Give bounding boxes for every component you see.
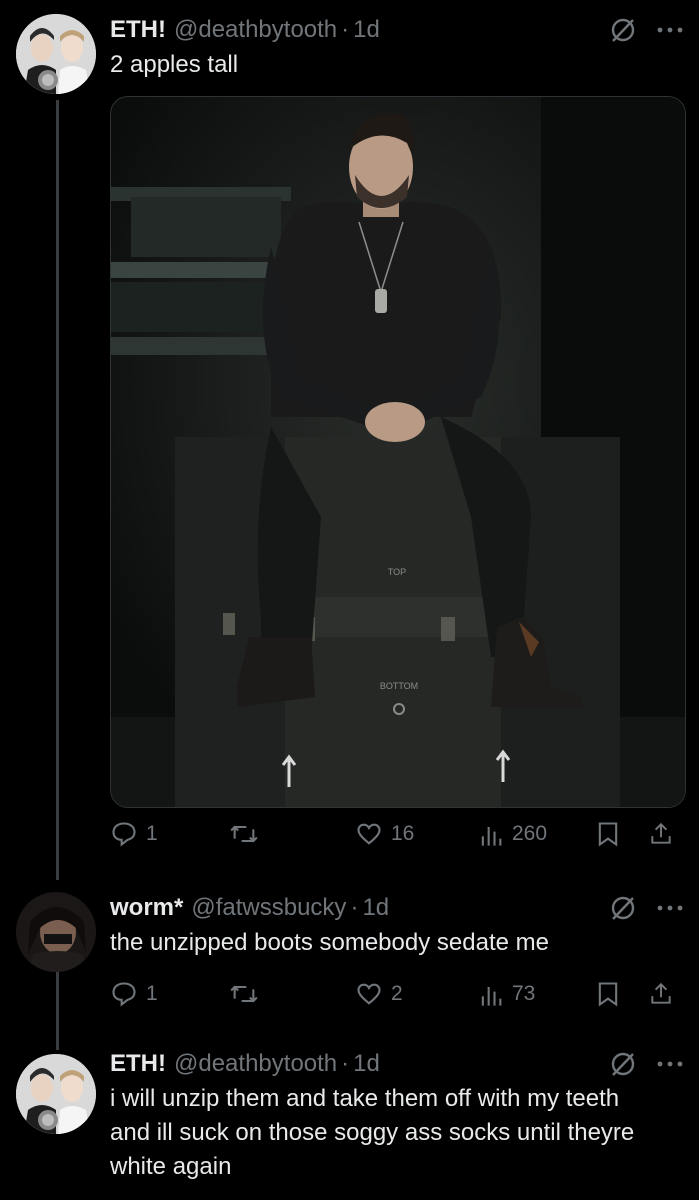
- photo-man-sitting-on-case: TOP BOTTOM: [111, 97, 685, 807]
- user-handle[interactable]: @deathbytooth: [174, 1050, 337, 1078]
- timestamp[interactable]: 1d: [353, 1050, 380, 1078]
- tweet-text: the unzipped boots somebody sedate me: [110, 929, 549, 956]
- user-handle[interactable]: @deathbytooth: [174, 16, 337, 44]
- views-icon: [481, 827, 502, 846]
- more-icon[interactable]: [655, 1059, 685, 1069]
- tweet: worm* @fatwssbucky · 1d the unzipped boo…: [110, 890, 685, 960]
- reply-icon: [112, 822, 136, 847]
- display-name[interactable]: ETH!: [110, 16, 166, 44]
- reply-button[interactable]: 1: [110, 980, 158, 1008]
- display-name[interactable]: worm*: [110, 894, 183, 922]
- separator-dot: ·: [341, 16, 350, 43]
- views-button[interactable]: 260: [478, 820, 547, 848]
- separator-dot: ·: [350, 894, 359, 921]
- tweet: ETH! @deathbytooth · 1d 2 apples tall: [110, 12, 685, 82]
- avatar[interactable]: [16, 14, 96, 94]
- timestamp[interactable]: 1d: [353, 16, 380, 44]
- like-count: 16: [391, 822, 415, 845]
- heart-icon: [357, 823, 381, 845]
- views-count: 260: [512, 822, 548, 845]
- reply-button[interactable]: 1: [110, 820, 158, 848]
- user-handle[interactable]: @fatwssbucky: [191, 894, 346, 922]
- views-count: 73: [512, 982, 536, 1005]
- separator-dot: ·: [341, 1050, 350, 1077]
- reply-count: 1: [146, 822, 158, 845]
- tweet-text: 2 apples tall: [110, 51, 239, 78]
- share-icon: [651, 822, 671, 844]
- tweet-header: ETH! @deathbytooth · 1d: [110, 1046, 685, 1082]
- grok-icon[interactable]: [609, 16, 637, 44]
- bookmark-icon: [598, 982, 618, 1007]
- retweet-button[interactable]: [228, 820, 260, 848]
- grok-icon[interactable]: [609, 1050, 637, 1078]
- retweet-button[interactable]: [228, 980, 260, 1008]
- reply-icon: [112, 982, 136, 1007]
- bookmark-button[interactable]: [596, 820, 620, 848]
- thread-line: [56, 100, 59, 880]
- like-button[interactable]: 16: [355, 820, 414, 848]
- like-button[interactable]: 2: [355, 980, 403, 1008]
- tweet-header: ETH! @deathbytooth · 1d: [110, 12, 685, 48]
- heart-icon: [357, 983, 381, 1005]
- display-name[interactable]: ETH!: [110, 1050, 166, 1078]
- avatar-image: [16, 1054, 96, 1134]
- tweet-actions: 1 2 73: [110, 974, 685, 1014]
- case-label-top: TOP: [388, 567, 406, 577]
- retweet-icon: [230, 985, 258, 1003]
- bookmark-button[interactable]: [596, 980, 620, 1008]
- retweet-icon: [230, 825, 258, 843]
- avatar-image: [16, 14, 96, 94]
- views-button[interactable]: 73: [478, 980, 535, 1008]
- case-label-bottom: BOTTOM: [380, 681, 418, 691]
- tweet-actions: 1 16 260: [110, 814, 685, 854]
- more-icon[interactable]: [655, 25, 685, 35]
- share-button[interactable]: [648, 980, 674, 1008]
- tweet: ETH! @deathbytooth · 1d i will unzip the…: [110, 1046, 685, 1184]
- thread-line: [56, 968, 59, 1050]
- avatar[interactable]: [16, 1054, 96, 1134]
- tweet-text: i will unzip them and take them off with…: [110, 1085, 635, 1180]
- share-icon: [651, 982, 671, 1004]
- share-button[interactable]: [648, 820, 674, 848]
- tweet-media-image[interactable]: TOP BOTTOM: [110, 96, 686, 808]
- tweet-header: worm* @fatwssbucky · 1d: [110, 890, 685, 926]
- like-count: 2: [391, 982, 403, 1005]
- reply-count: 1: [146, 982, 158, 1005]
- grok-icon[interactable]: [609, 894, 637, 922]
- timestamp[interactable]: 1d: [362, 894, 389, 922]
- views-icon: [481, 987, 502, 1006]
- avatar[interactable]: [16, 892, 96, 972]
- avatar-image: [16, 892, 96, 972]
- bookmark-icon: [598, 822, 618, 847]
- more-icon[interactable]: [655, 903, 685, 913]
